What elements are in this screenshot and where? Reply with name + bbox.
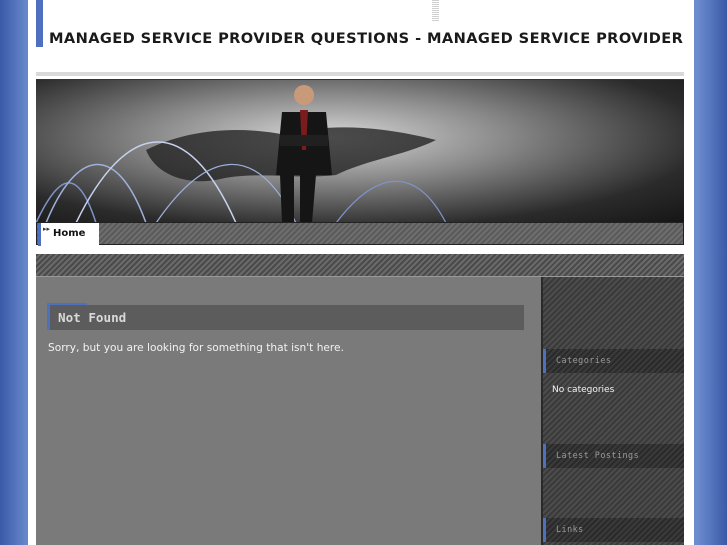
- sidebar-heading-latest-postings: Latest Postings: [543, 444, 684, 468]
- header-banner-image: [36, 79, 684, 223]
- nav-arrow-icon: ▸▸: [43, 225, 51, 233]
- site-title[interactable]: MANAGED SERVICE PROVIDER QUESTIONS - MAN…: [49, 30, 683, 47]
- header-divider: [36, 72, 684, 76]
- sidebar-heading-links: Links: [543, 518, 684, 542]
- post-title-box: Not Found: [47, 303, 524, 330]
- page-container: MANAGED SERVICE PROVIDER QUESTIONS - MAN…: [28, 0, 694, 545]
- businessman-figure: [276, 85, 332, 223]
- nav-item-label: Home: [53, 228, 86, 239]
- content-top-strip: [36, 254, 684, 277]
- post-title: Not Found: [58, 310, 127, 325]
- sidebar-heading-categories: Categories: [543, 349, 684, 373]
- sidebar: Categories No categories Latest Postings…: [541, 277, 684, 545]
- header-accent-bar: [36, 0, 43, 47]
- main-navigation: ▸▸ Home: [36, 222, 684, 246]
- banner-artwork: [36, 85, 447, 223]
- post-title-tab: [47, 303, 87, 305]
- main-content: Not Found Sorry, but you are looking for…: [36, 277, 541, 545]
- header-decoration: [432, 0, 439, 22]
- post-body: Sorry, but you are looking for something…: [48, 342, 344, 354]
- categories-empty-text: No categories: [552, 385, 615, 395]
- nav-item-home[interactable]: ▸▸ Home: [38, 223, 99, 246]
